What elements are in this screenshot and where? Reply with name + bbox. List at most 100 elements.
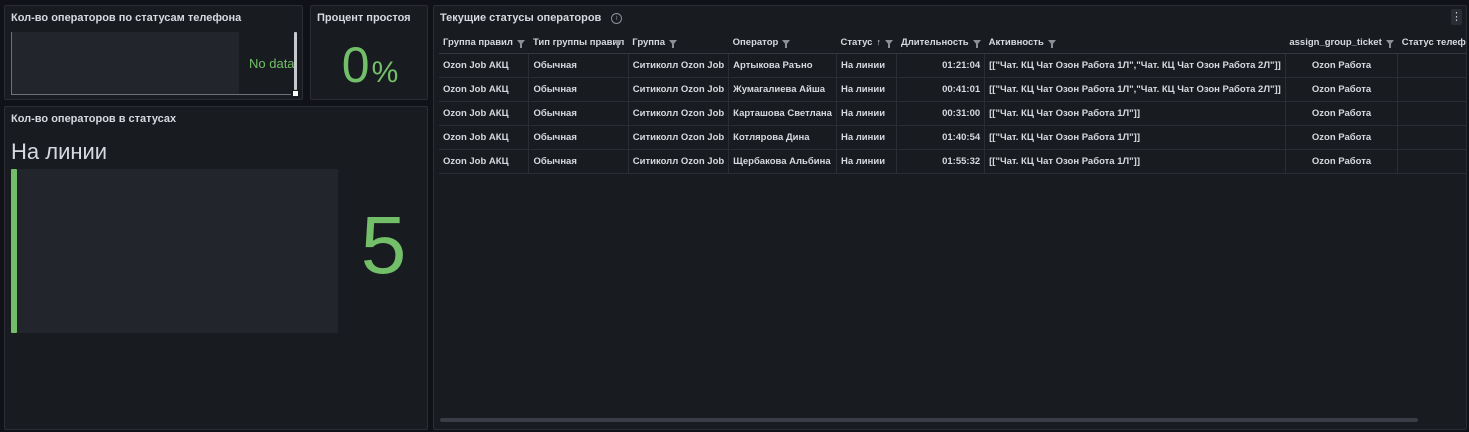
cell-duration: 00:41:01 [896, 77, 986, 102]
cell-status: На линии [836, 101, 898, 126]
column-header-rule-group[interactable]: Группа правил [439, 32, 529, 54]
panel-title-text: Текущие статусы операторов [440, 12, 602, 24]
cell-status: На линии [836, 125, 898, 150]
cell-activity: [["Чат. КЦ Чат Озон Работа 1Л"]] [984, 149, 1286, 174]
filter-icon[interactable] [972, 40, 981, 48]
cell-group: Ситиколл Ozon Job [628, 125, 730, 150]
column-header-duration[interactable]: Длительность [896, 32, 985, 54]
idle-percent-panel: Процент простоя 0% [310, 5, 428, 100]
cell-rule-group: Ozon Job АКЦ [439, 149, 530, 174]
scroll-corner [293, 91, 298, 96]
cell-operator: Котлярова Дина [728, 125, 837, 150]
header-label: Статус телефона [1401, 37, 1466, 48]
cell-group: Ситиколл Ozon Job [628, 101, 730, 126]
table-row[interactable]: Ozon Job АКЦ Обычная Ситиколл Ozon Job А… [439, 53, 1466, 78]
chart-area [11, 32, 239, 94]
idle-percent-value: 0% [311, 36, 427, 94]
cell-activity: [["Чат. КЦ Чат Озон Работа 1Л","Чат. КЦ … [984, 77, 1286, 102]
cell-duration: 01:55:32 [896, 149, 986, 174]
cell-rule-group-type: Обычная [528, 125, 629, 150]
horizontal-scrollbar[interactable] [440, 418, 1418, 422]
filter-icon[interactable] [516, 40, 525, 48]
header-label: Группа [632, 37, 666, 48]
vertical-scrollbar[interactable] [294, 32, 297, 90]
filter-icon[interactable] [884, 40, 893, 48]
panel-title: Кол-во операторов в статусах [11, 113, 177, 125]
info-icon[interactable]: i [611, 13, 623, 24]
filter-icon[interactable] [614, 40, 623, 48]
panel-title: Кол-во операторов по статусам телефона [11, 12, 242, 24]
stat-value: 0 [341, 37, 370, 93]
header-label: Оператор [732, 37, 779, 48]
panel-menu-button[interactable]: ⋮ [1451, 9, 1462, 25]
cell-status: На линии [836, 149, 898, 174]
filter-icon[interactable] [669, 40, 678, 48]
table-row[interactable]: Ozon Job АКЦ Обычная Ситиколл Ozon Job Ж… [439, 77, 1466, 102]
cell-assign-group: Ozon Работа [1285, 149, 1399, 174]
column-header-assign-group[interactable]: assign_group_ticket [1285, 32, 1398, 54]
sort-ascending-icon[interactable]: ↑ [876, 37, 881, 47]
operators-table: Группа правил Тип группы правил Группа О… [439, 32, 1466, 174]
cell-phone-status [1397, 149, 1466, 174]
panel-title: Процент простоя [317, 12, 411, 24]
column-header-operator[interactable]: Оператор [728, 32, 837, 54]
operators-in-status-panel: Кол-во операторов в статусах На линии 5 [4, 106, 428, 430]
chart-axis-y [11, 32, 12, 94]
stat-unit: % [371, 56, 399, 89]
bar-gauge-track [11, 169, 338, 333]
cell-rule-group: Ozon Job АКЦ [439, 101, 530, 126]
table-row[interactable]: Ozon Job АКЦ Обычная Ситиколл Ozon Job К… [439, 125, 1466, 150]
cell-rule-group: Ozon Job АКЦ [439, 125, 530, 150]
header-label: assign_group_ticket [1289, 37, 1382, 48]
cell-duration: 01:21:04 [896, 53, 986, 78]
column-header-group[interactable]: Группа [628, 32, 729, 54]
cell-phone-status [1397, 101, 1466, 126]
cell-activity: [["Чат. КЦ Чат Озон Работа 1Л"]] [984, 101, 1286, 126]
column-header-phone-status[interactable]: Статус телефона [1397, 32, 1466, 54]
cell-activity: [["Чат. КЦ Чат Озон Работа 1Л"]] [984, 125, 1286, 150]
column-header-status[interactable]: Статус ↑ [836, 32, 897, 54]
header-label: Активность [988, 37, 1044, 48]
cell-activity: [["Чат. КЦ Чат Озон Работа 1Л","Чат. КЦ … [984, 53, 1286, 78]
cell-assign-group: Ozon Работа [1285, 53, 1399, 78]
table-header-row: Группа правил Тип группы правил Группа О… [439, 32, 1466, 54]
phone-status-panel: Кол-во операторов по статусам телефона N… [4, 5, 303, 100]
bar-gauge-fill [11, 169, 17, 333]
cell-duration: 01:40:54 [896, 125, 986, 150]
cell-phone-status [1397, 53, 1466, 78]
cell-assign-group: Ozon Работа [1285, 77, 1399, 102]
cell-phone-status [1397, 77, 1466, 102]
cell-status: На линии [836, 53, 898, 78]
status-name: На линии [11, 139, 108, 164]
current-statuses-panel: Текущие статусы операторов i ⋮ Группа пра… [433, 5, 1467, 430]
cell-group: Ситиколл Ozon Job [628, 149, 730, 174]
filter-icon[interactable] [782, 40, 791, 48]
cell-assign-group: Ozon Работа [1285, 101, 1399, 126]
header-label: Статус [840, 37, 873, 48]
no-data-label: No data [249, 56, 295, 71]
cell-operator: Карташова Светлана [728, 101, 837, 126]
cell-rule-group-type: Обычная [528, 53, 629, 78]
column-header-rule-group-type[interactable]: Тип группы правил [528, 32, 629, 54]
column-header-activity[interactable]: Активность [984, 32, 1286, 54]
table-row[interactable]: Ozon Job АКЦ Обычная Ситиколл Ozon Job К… [439, 101, 1466, 126]
panel-title: Текущие статусы операторов i [440, 12, 623, 24]
cell-operator: Щербакова Альбина [728, 149, 837, 174]
cell-operator: Артыкова Раъно [728, 53, 837, 78]
cell-status: На линии [836, 77, 898, 102]
table-row[interactable]: Ozon Job АКЦ Обычная Ситиколл Ozon Job Щ… [439, 149, 1466, 174]
cell-operator: Жумагалиева Айша [728, 77, 837, 102]
cell-group: Ситиколл Ozon Job [628, 77, 730, 102]
header-label: Тип группы правил [532, 37, 625, 48]
status-count: 5 [360, 200, 407, 291]
filter-icon[interactable] [1385, 40, 1394, 48]
header-label: Длительность [900, 37, 969, 48]
cell-duration: 00:31:00 [896, 101, 986, 126]
cell-assign-group: Ozon Работа [1285, 125, 1399, 150]
cell-rule-group-type: Обычная [528, 149, 629, 174]
cell-group: Ситиколл Ozon Job [628, 53, 730, 78]
cell-rule-group-type: Обычная [528, 77, 629, 102]
chart-axis-x [11, 94, 291, 95]
cell-rule-group: Ozon Job АКЦ [439, 53, 530, 78]
filter-icon[interactable] [1047, 40, 1056, 48]
